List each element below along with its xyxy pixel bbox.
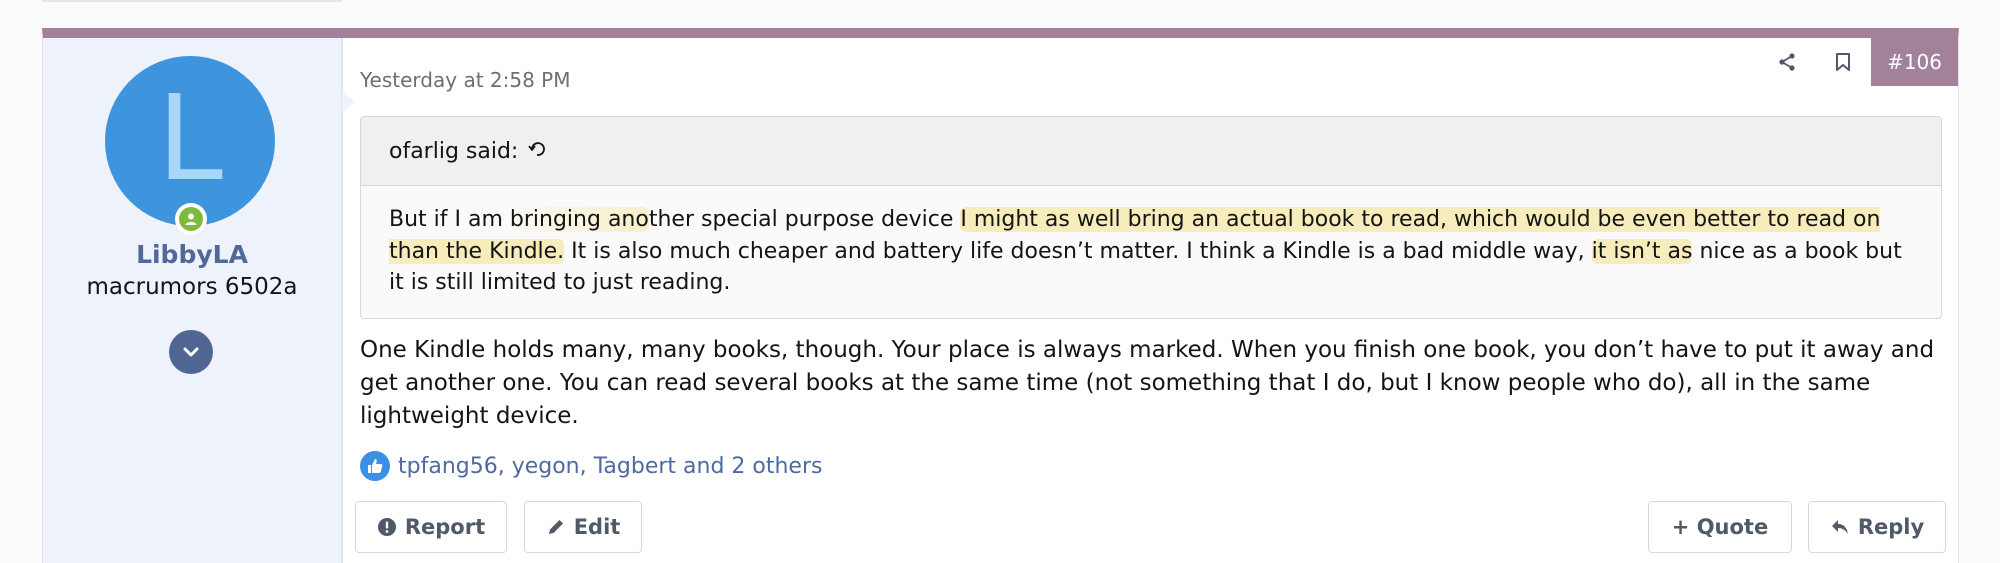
avatar-letter: L — [157, 69, 223, 207]
quote-highlight-end: it isn’t as — [1591, 238, 1693, 264]
user-online-icon — [175, 203, 207, 235]
edit-label: Edit — [573, 515, 621, 539]
previous-post-edge — [42, 0, 342, 2]
quote-author: ofarlig said: — [389, 138, 519, 164]
exclamation-circle-icon — [377, 517, 397, 537]
quote-button[interactable]: + Quote — [1648, 501, 1792, 553]
reply-arrow-icon — [1830, 517, 1850, 537]
share-icon[interactable] — [1759, 38, 1815, 86]
pencil-icon — [546, 517, 566, 537]
post-message: One Kindle holds many, many books, thoug… — [360, 337, 1935, 429]
quote-highlight-start: bringing ano — [509, 207, 649, 232]
report-button[interactable]: Report — [355, 501, 507, 553]
reactions-list-link[interactable]: tpfang56, yegon, Tagbert and 2 others — [398, 454, 822, 479]
edit-button[interactable]: Edit — [524, 501, 642, 553]
jump-to-quote-icon[interactable] — [528, 139, 546, 164]
post-actions: #106 — [1759, 38, 1958, 86]
reply-button[interactable]: Reply — [1808, 501, 1946, 553]
thumbs-up-icon — [360, 451, 390, 481]
quote-text-segment: It is also much cheaper and battery life… — [564, 238, 1592, 264]
reply-label: Reply — [1857, 515, 1925, 539]
quote-text: But if I am bringing another special pur… — [361, 186, 1941, 299]
bookmark-icon[interactable] — [1815, 38, 1871, 86]
quote-text-segment: ther special purpose device — [648, 207, 961, 232]
forum-post: L LibbyLA macrumors 6502a Yesterday at 2… — [42, 28, 1959, 563]
quote-text-segment: But if I am — [389, 207, 510, 232]
quote-label: + Quote — [1671, 515, 1769, 539]
quote-header[interactable]: ofarlig said: — [361, 117, 1941, 186]
report-label: Report — [404, 515, 486, 539]
reactions-bar: tpfang56, yegon, Tagbert and 2 others — [360, 451, 822, 481]
avatar[interactable]: L — [105, 56, 275, 226]
user-title: macrumors 6502a — [86, 274, 298, 300]
chevron-down-icon[interactable] — [169, 330, 213, 374]
user-info-panel: L LibbyLA macrumors 6502a — [43, 38, 354, 563]
post-timestamp[interactable]: Yesterday at 2:58 PM — [360, 68, 571, 92]
post-number-link[interactable]: #106 — [1871, 38, 1958, 86]
username[interactable]: LibbyLA — [43, 240, 341, 269]
quote-block: ofarlig said: But if I am bringing anoth… — [360, 116, 1942, 319]
